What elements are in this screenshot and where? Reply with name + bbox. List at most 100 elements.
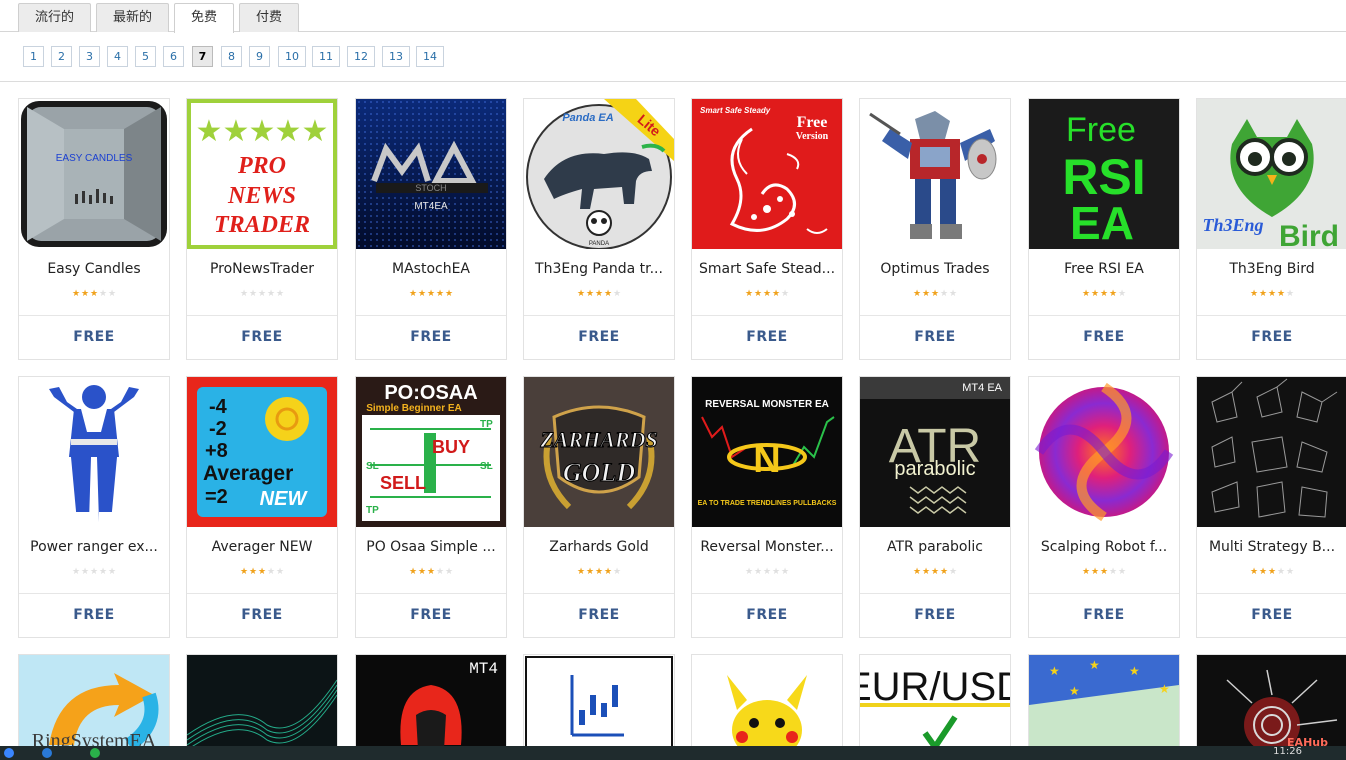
price-free-button[interactable]: FREE bbox=[187, 607, 337, 623]
rating-stars: ★★★★★ bbox=[1029, 289, 1179, 299]
product-card-partial-eurusd[interactable]: EUR/USD bbox=[859, 654, 1011, 754]
product-card[interactable]: REVERSAL MONSTER EA N EA TO TRADE TRENDL… bbox=[691, 376, 843, 638]
product-title[interactable]: MAstochEA bbox=[360, 261, 502, 277]
poosaa-title: PO:OSAA bbox=[384, 382, 477, 404]
product-title[interactable]: Th3Eng Panda tr... bbox=[528, 261, 670, 277]
product-title[interactable]: ProNewsTrader bbox=[191, 261, 333, 277]
product-card[interactable]: Scalping Robot f... ★★★★★ FREE bbox=[1028, 376, 1180, 638]
page-link-13[interactable]: 13 bbox=[382, 46, 410, 67]
start-icon[interactable] bbox=[4, 748, 14, 758]
page-link-2[interactable]: 2 bbox=[51, 46, 72, 67]
price-free-button[interactable]: FREE bbox=[692, 607, 842, 623]
product-card-partial-eu-flag[interactable]: ★ ★ ★ ★ ★ bbox=[1028, 654, 1180, 754]
product-title[interactable]: Zarhards Gold bbox=[528, 539, 670, 555]
product-card-partial-waves[interactable] bbox=[186, 654, 338, 754]
product-title[interactable]: ATR parabolic bbox=[864, 539, 1006, 555]
page-link-12[interactable]: 12 bbox=[347, 46, 375, 67]
product-card[interactable]: ZARHARDS GOLD Zarhards Gold ★★★★★ FREE bbox=[523, 376, 675, 638]
browser-icon[interactable] bbox=[42, 748, 52, 758]
card-divider bbox=[187, 593, 337, 594]
star-icon: ★ bbox=[80, 289, 90, 299]
product-title[interactable]: Optimus Trades bbox=[864, 261, 1006, 277]
product-thumbnail-rsi[interactable]: Free RSI EA bbox=[1029, 99, 1179, 249]
product-card[interactable]: Panda EA Lite PANDA Th3Eng Panda tr... ★… bbox=[523, 98, 675, 360]
page-link-3[interactable]: 3 bbox=[79, 46, 100, 67]
product-card[interactable]: MT4 EA ATR parabolic ATR parabolic ★★★★★… bbox=[859, 376, 1011, 638]
page-link-8[interactable]: 8 bbox=[221, 46, 242, 67]
page-link-6[interactable]: 6 bbox=[163, 46, 184, 67]
product-thumbnail-reversal[interactable]: REVERSAL MONSTER EA N EA TO TRADE TRENDL… bbox=[692, 377, 842, 527]
price-free-button[interactable]: FREE bbox=[524, 607, 674, 623]
tab-newest[interactable]: 最新的 bbox=[96, 3, 169, 32]
product-thumbnail-panda[interactable]: Panda EA Lite PANDA bbox=[524, 99, 674, 249]
product-thumbnail-atr[interactable]: MT4 EA ATR parabolic bbox=[860, 377, 1010, 527]
price-free-button[interactable]: FREE bbox=[19, 607, 169, 623]
price-free-button[interactable]: FREE bbox=[860, 607, 1010, 623]
tab-free[interactable]: 免费 bbox=[174, 3, 234, 33]
product-card-partial-ring[interactable]: RingSystemEA bbox=[18, 654, 170, 754]
page-link-9[interactable]: 9 bbox=[249, 46, 270, 67]
panda-brand-text: Panda EA bbox=[562, 112, 613, 124]
price-free-button[interactable]: FREE bbox=[1029, 329, 1179, 345]
product-thumbnail-pro-news-trader[interactable]: ★ ★ ★ ★ ★ PRO NEWS TRADER bbox=[187, 99, 337, 249]
product-card[interactable]: STOCH MT4EA MAstochEA ★★★★★ FREE bbox=[355, 98, 507, 360]
price-free-button[interactable]: FREE bbox=[692, 329, 842, 345]
price-free-button[interactable]: FREE bbox=[1197, 607, 1346, 623]
price-free-button[interactable]: FREE bbox=[19, 329, 169, 345]
product-card[interactable]: EASY CANDLES Easy Candles ★★★★★ FREE bbox=[18, 98, 170, 360]
product-thumbnail-easy-candles[interactable]: EASY CANDLES bbox=[19, 99, 169, 249]
price-free-button[interactable]: FREE bbox=[1197, 329, 1346, 345]
product-title[interactable]: Reversal Monster... bbox=[696, 539, 838, 555]
price-free-button[interactable]: FREE bbox=[187, 329, 337, 345]
page-link-5[interactable]: 5 bbox=[135, 46, 156, 67]
page-link-7-current[interactable]: 7 bbox=[192, 46, 213, 67]
product-thumbnail-smart-safe[interactable]: Smart Safe Steady Free Version bbox=[692, 99, 842, 249]
product-card-partial-chart[interactable] bbox=[523, 654, 675, 754]
product-title[interactable]: Free RSI EA bbox=[1033, 261, 1175, 277]
product-thumbnail-optimus[interactable] bbox=[860, 99, 1010, 249]
product-card-partial-pikachu[interactable] bbox=[691, 654, 843, 754]
page-link-11[interactable]: 11 bbox=[312, 46, 340, 67]
product-title[interactable]: Averager NEW bbox=[191, 539, 333, 555]
product-card[interactable]: -4 -2 +8 Averager =2 NEW Averager NEW ★★… bbox=[186, 376, 338, 638]
product-thumbnail-bird[interactable]: Th3Eng Bird bbox=[1197, 99, 1346, 249]
product-card[interactable]: Multi Strategy B... ★★★★★ FREE bbox=[1196, 376, 1346, 638]
product-thumbnail-multi-strategy[interactable] bbox=[1197, 377, 1346, 527]
product-card-partial-mt4-lady[interactable]: MT4 bbox=[355, 654, 507, 754]
price-free-button[interactable]: FREE bbox=[524, 329, 674, 345]
product-title[interactable]: Power ranger ex... bbox=[23, 539, 165, 555]
tab-popular[interactable]: 流行的 bbox=[18, 3, 91, 32]
price-free-button[interactable]: FREE bbox=[356, 329, 506, 345]
product-title[interactable]: Scalping Robot f... bbox=[1033, 539, 1175, 555]
product-card[interactable]: Free RSI EA Free RSI EA ★★★★★ FREE bbox=[1028, 98, 1180, 360]
product-card[interactable]: Smart Safe Steady Free Version Smart Saf… bbox=[691, 98, 843, 360]
tab-paid[interactable]: 付费 bbox=[239, 3, 299, 32]
price-free-button[interactable]: FREE bbox=[860, 329, 1010, 345]
page-link-1[interactable]: 1 bbox=[23, 46, 44, 67]
product-thumbnail-power-ranger[interactable] bbox=[19, 377, 169, 527]
price-free-button[interactable]: FREE bbox=[1029, 607, 1179, 623]
page-link-4[interactable]: 4 bbox=[107, 46, 128, 67]
product-title[interactable]: Th3Eng Bird bbox=[1201, 261, 1343, 277]
star-icon: ★ bbox=[239, 289, 249, 299]
product-thumbnail-averager[interactable]: -4 -2 +8 Averager =2 NEW bbox=[187, 377, 337, 527]
product-title[interactable]: PO Osaa Simple ... bbox=[360, 539, 502, 555]
poosaa-tp-bottom: TP bbox=[366, 505, 379, 516]
product-card[interactable]: Th3Eng Bird Th3Eng Bird ★★★★★ FREE bbox=[1196, 98, 1346, 360]
app-icon[interactable] bbox=[90, 748, 100, 758]
page-link-10[interactable]: 10 bbox=[278, 46, 306, 67]
product-title[interactable]: Smart Safe Stead... bbox=[696, 261, 838, 277]
product-title[interactable]: Easy Candles bbox=[23, 261, 165, 277]
product-card[interactable]: Power ranger ex... ★★★★★ FREE bbox=[18, 376, 170, 638]
product-card[interactable]: PO:OSAA Simple Beginner EA BUY SELL TP S… bbox=[355, 376, 507, 638]
page-link-14[interactable]: 14 bbox=[416, 46, 444, 67]
product-title[interactable]: Multi Strategy B... bbox=[1201, 539, 1343, 555]
product-card[interactable]: Optimus Trades ★★★★★ FREE bbox=[859, 98, 1011, 360]
product-card[interactable]: ★ ★ ★ ★ ★ PRO NEWS TRADER ProNewsTrader … bbox=[186, 98, 338, 360]
product-thumbnail-zarhards[interactable]: ZARHARDS GOLD bbox=[524, 377, 674, 527]
pro-news-word-2: NEWS bbox=[227, 183, 296, 209]
product-thumbnail-scalping[interactable] bbox=[1029, 377, 1179, 527]
product-thumbnail-mastoch[interactable]: STOCH MT4EA bbox=[356, 99, 506, 249]
product-thumbnail-po-osaa[interactable]: PO:OSAA Simple Beginner EA BUY SELL TP S… bbox=[356, 377, 506, 527]
price-free-button[interactable]: FREE bbox=[356, 607, 506, 623]
